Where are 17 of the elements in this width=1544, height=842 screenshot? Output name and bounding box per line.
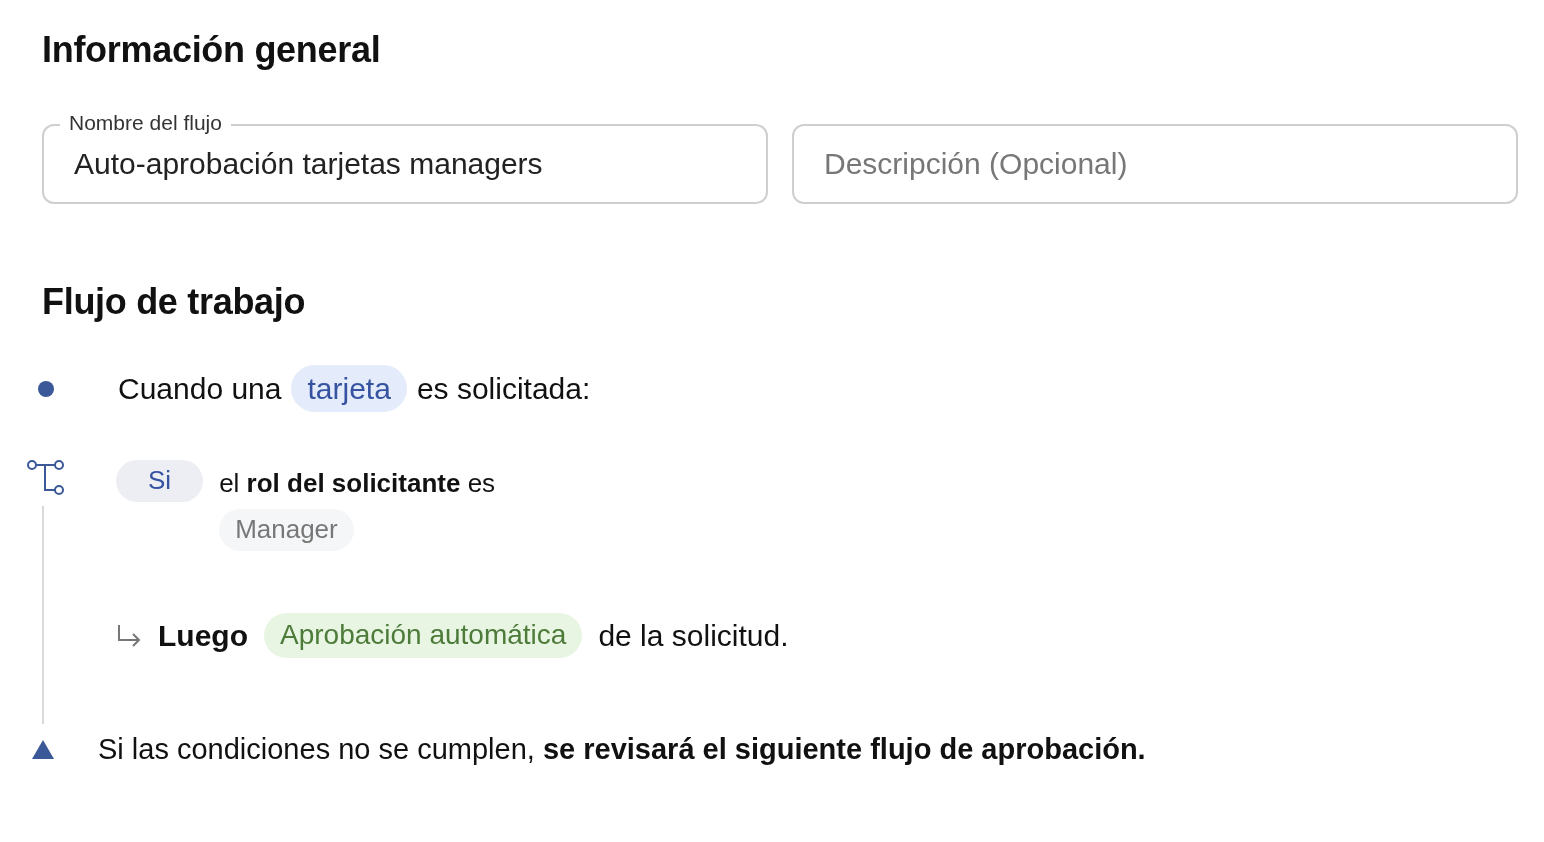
trigger-text: Cuando una [118,371,282,408]
action-chip: Aprobación automática [264,613,583,658]
text-field[interactable]: Descripción (Opcional) [792,124,1518,205]
trigger-text: es solicitada: [416,371,591,408]
branch-icon [27,460,65,497]
then-label: Luego [158,618,248,655]
arrow-icon [116,623,142,648]
action-text: de la solicitud. [598,618,789,655]
fallback-text: Si las condiciones no se cumplen, se revisará el siguiente flujo de aprobación. [98,732,1146,768]
value-chip: Manager [219,509,354,552]
section-heading: Flujo de trabajo [42,280,307,324]
condition-chip: Si [116,460,204,503]
triangle-icon [32,740,54,760]
section-heading: Información general [42,28,382,72]
condition-text: el rol del solicitante es [219,467,496,501]
dot-icon [38,380,54,397]
entity-chip: tarjeta [291,365,407,413]
